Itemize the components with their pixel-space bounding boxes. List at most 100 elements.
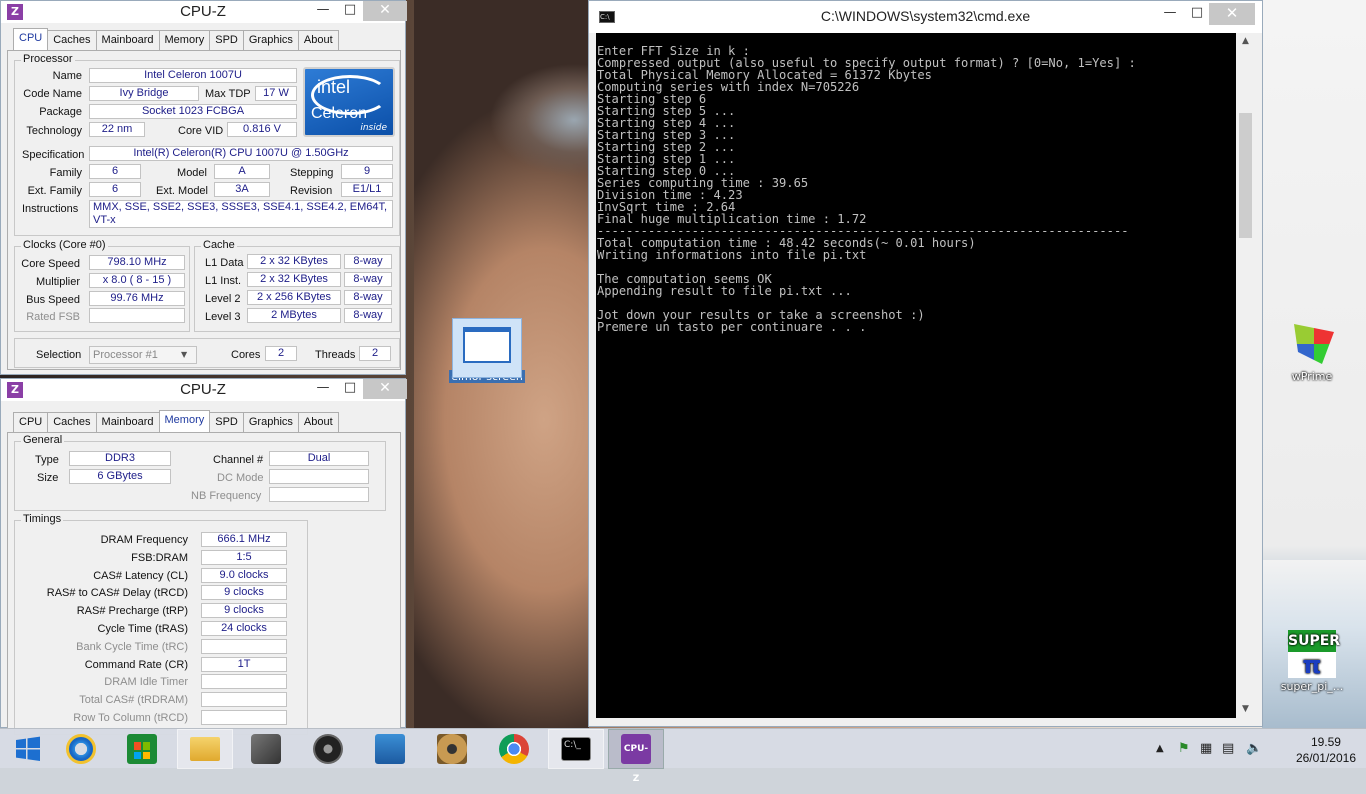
timing-value: 1T [201,656,287,672]
taskbar-ie[interactable] [53,729,109,769]
close-button[interactable]: ✕ [1209,3,1255,25]
model-value: A [214,164,270,179]
desktop-icon-label: wPrime [1291,370,1333,383]
tab-memory[interactable]: Memory [158,410,211,432]
window-file-icon [452,318,522,378]
clock[interactable]: 19.59 26/01/2016 [1296,734,1356,766]
tab-mainboard[interactable]: Mainboard [95,412,160,432]
timing-label: Total CAS# (tRDRAM) [79,694,188,707]
desktop-icon-elmor-screen[interactable]: elmor-screen [449,318,525,383]
tab-about[interactable]: About [297,30,339,50]
cache-l1i-way: 8-way [344,272,392,287]
timing-value [201,710,287,725]
tab-memory[interactable]: Memory [158,30,211,50]
cache-l3-size: 2 MBytes [247,308,341,323]
chevron-down-icon[interactable]: ▼ [181,350,187,359]
intel-celeron-logo: intel Celeron inside [303,67,395,137]
size-label: Size [37,472,59,484]
show-hidden-icons-icon[interactable]: ▲ [1156,743,1164,754]
cpuz-window-cpu[interactable]: Z CPU-Z — □ ✕ CPU Caches Mainboard Memor… [0,0,407,375]
taskbar-cpuz[interactable]: CPU-Z [608,729,664,784]
taskbar-cmd[interactable]: C:\_ [548,729,604,769]
scroll-thumb[interactable] [1239,113,1252,238]
start-button[interactable] [0,729,56,769]
taskbar-chrome[interactable] [486,729,542,769]
tab-graphics[interactable]: Graphics [242,412,299,432]
tab-mainboard[interactable]: Mainboard [95,30,160,50]
action-center-icon[interactable]: ⚑ [1178,741,1190,756]
corespeed-value: 798.10 MHz [89,255,185,270]
minimize-button[interactable]: — [308,1,338,21]
technology-value: 22 nm [89,122,145,137]
instructions-label: Instructions [22,203,79,215]
tab-spd[interactable]: SPD [209,30,244,50]
console-line: Appending result to file pi.txt ... [597,284,852,298]
internet-explorer-icon [66,734,96,764]
name-label: Name [52,70,82,82]
taskbar-store[interactable] [114,729,170,769]
type-label: Type [35,454,59,466]
multiplier-label: Multiplier [35,276,80,288]
windows-update-icon[interactable]: ▦ [1200,741,1212,756]
tab-caches[interactable]: Caches [47,412,97,432]
cache-l1d-label: L1 Data [205,257,244,269]
extmodel-label: Ext. Model [156,185,208,197]
timing-value: 24 clocks [201,621,287,636]
timing-label: CAS# Latency (CL) [93,569,188,582]
taskbar-control-panel[interactable] [362,729,418,769]
title-bar[interactable]: C:\ C:\WINDOWS\system32\cmd.exe — □ ✕ [589,1,1262,33]
extfamily-value: 6 [89,182,141,197]
timing-label: RAS# to CAS# Delay (tRCD) [46,587,188,600]
taskbar-audio-app[interactable] [300,729,356,769]
group-title: Cache [201,239,237,251]
timing-value: 9 clocks [201,603,287,619]
logo-tag: inside [360,123,387,133]
close-button[interactable]: ✕ [363,379,407,399]
tab-caches[interactable]: Caches [47,30,97,50]
tab-graphics[interactable]: Graphics [242,30,299,50]
console-output[interactable]: Enter FFT Size in k : Compressed output (… [596,33,1236,718]
minimize-button[interactable]: — [1155,3,1185,25]
tab-cpu[interactable]: CPU [13,28,49,50]
maximize-button[interactable]: □ [335,379,365,399]
revision-value: E1/L1 [341,182,393,197]
taskbar-file-explorer[interactable] [177,729,233,769]
spec-value: Intel(R) Celeron(R) CPU 1007U @ 1.50GHz [89,146,393,161]
codename-value: Ivy Bridge [89,86,199,101]
cmd-window[interactable]: C:\ C:\WINDOWS\system32\cmd.exe — □ ✕ En… [588,0,1263,727]
maximize-button[interactable]: □ [1182,3,1212,25]
volume-icon[interactable]: 🔈 [1246,741,1262,756]
desktop-icon-super-pi[interactable]: SUPER π super_pi_... [1274,630,1350,693]
desktop-icon-wprime[interactable]: wPrime [1274,320,1350,383]
ratedfsb-value [89,308,185,323]
taskbar-disk-tool[interactable] [424,729,480,769]
cache-l3-label: Level 3 [205,311,241,323]
instructions-value: MMX, SSE, SSE2, SSE3, SSSE3, SSE4.1, SSE… [89,200,393,228]
tab-cpu[interactable]: CPU [13,412,49,432]
maximize-button[interactable]: □ [335,1,365,21]
cache-l1i-label: L1 Inst. [205,275,242,287]
channel-label: Channel # [213,454,264,466]
taskbar-doc-tool[interactable] [238,729,294,769]
cache-l1i-size: 2 x 32 KBytes [247,272,341,287]
busspeed-label: Bus Speed [26,294,80,306]
console-line: Premere un tasto per continuare . . . [597,320,867,334]
corevid-value: 0.816 V [227,122,297,137]
audio-app-icon [313,734,343,764]
scroll-down-icon[interactable]: ▼ [1237,701,1254,718]
multiplier-value: x 8.0 ( 8 - 15 ) [89,273,185,288]
close-button[interactable]: ✕ [363,1,407,21]
busspeed-value: 99.76 MHz [89,291,185,306]
vertical-scrollbar[interactable]: ▲ ▼ [1237,33,1254,718]
timing-value: 666.1 MHz [201,532,287,547]
title-bar[interactable]: Z CPU-Z — □ ✕ [1,1,407,23]
title-bar[interactable]: Z CPU-Z — □ ✕ [1,379,407,401]
tab-about[interactable]: About [297,412,339,432]
network-icon[interactable]: ▤ [1222,741,1234,756]
minimize-button[interactable]: — [308,379,338,399]
timing-label: RAS# Precharge (tRP) [76,605,188,618]
scroll-up-icon[interactable]: ▲ [1237,33,1254,50]
tab-bar: CPU Caches Mainboard Memory SPD Graphics… [13,28,339,50]
cpuz-window-memory[interactable]: Z CPU-Z — □ ✕ CPU Caches Mainboard Memor… [0,378,407,735]
tab-spd[interactable]: SPD [209,412,244,432]
